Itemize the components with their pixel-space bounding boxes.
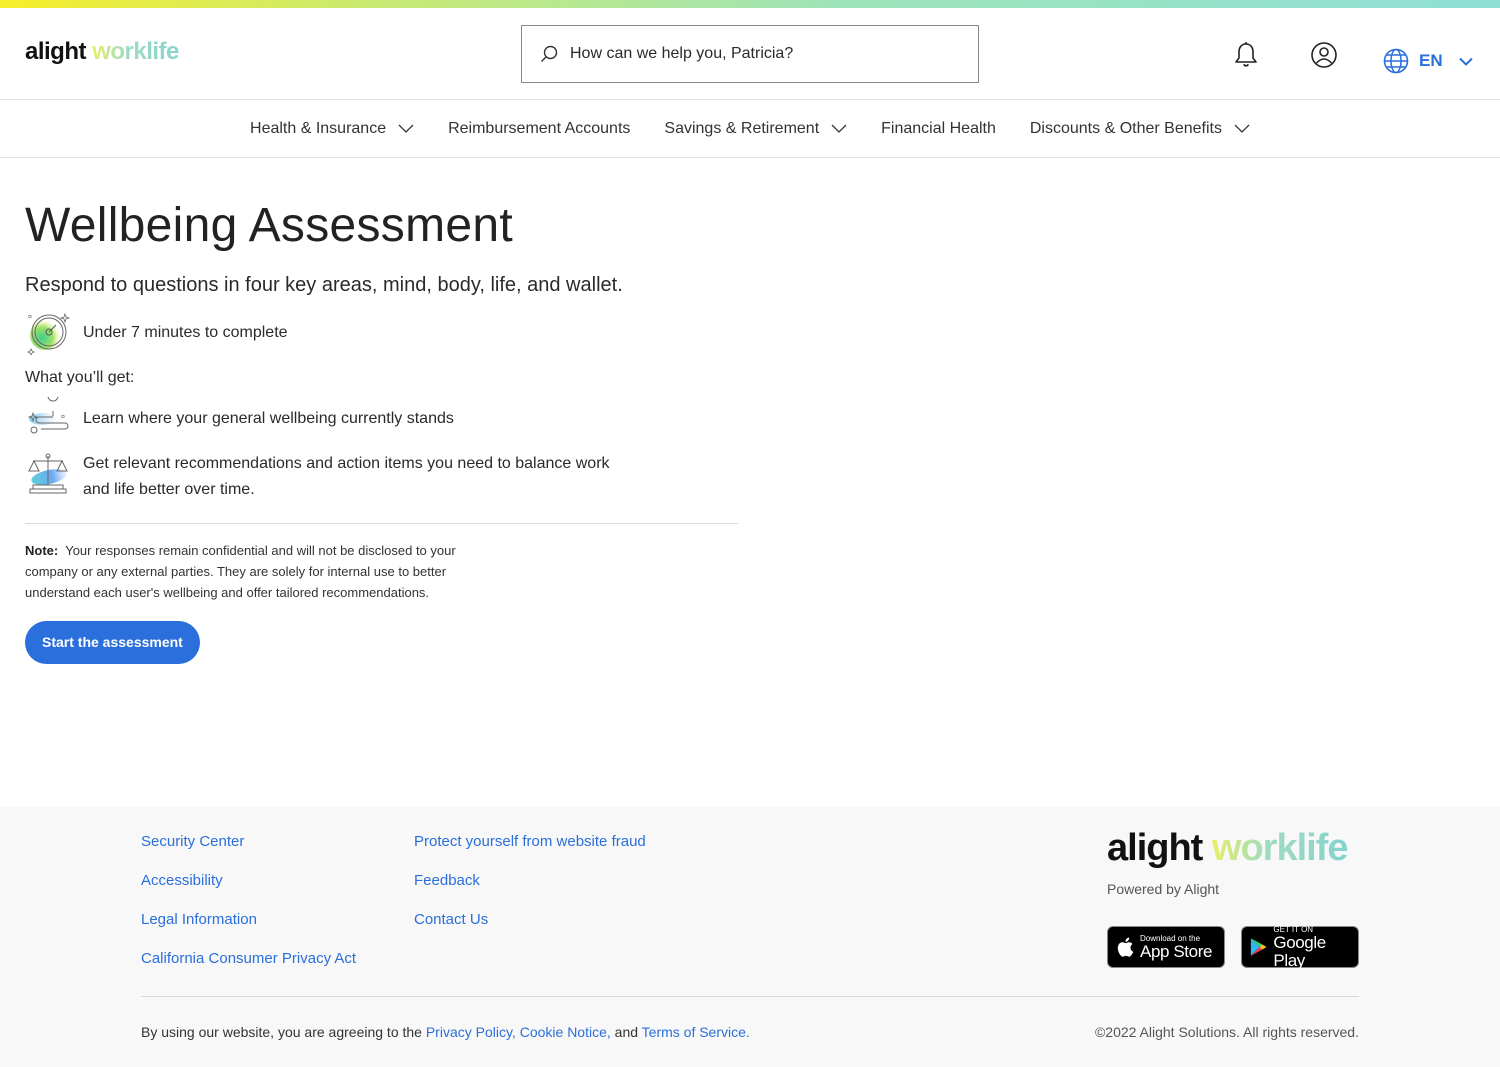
privacy-policy-link[interactable]: Privacy Policy, — [426, 1024, 516, 1040]
legal-notice: By using our website, you are agreeing t… — [141, 1024, 750, 1040]
duration-row: ¤ Under 7 minutes to complete — [25, 311, 1475, 356]
nav-financial-health[interactable]: Financial Health — [881, 120, 996, 138]
app-store-badge[interactable]: Download on the App Store — [1107, 926, 1225, 968]
search-box[interactable] — [521, 25, 979, 83]
footer-link-accessibility[interactable]: Accessibility — [141, 872, 356, 891]
search-input[interactable] — [570, 45, 950, 63]
chevron-down-icon — [1458, 57, 1473, 66]
benefit-item: ¤ Learn where your general wellbeing cur… — [25, 390, 1475, 441]
app-store-big-text: App Store — [1140, 941, 1213, 961]
page-title: Wellbeing Assessment — [25, 199, 514, 252]
logo-alight-text: alight — [1107, 827, 1203, 869]
stopwatch-icon: ¤ — [25, 311, 71, 356]
app-store-text: Download on the App Store — [1140, 934, 1212, 961]
nav-label: Financial Health — [881, 119, 996, 137]
language-selector[interactable]: EN — [1383, 48, 1473, 74]
logo-worklife-text: worklife — [92, 38, 179, 65]
journey-map-icon: ¤ — [25, 390, 71, 441]
nav-label: Reimbursement Accounts — [448, 119, 631, 137]
nav-label: Health & Insurance — [250, 119, 387, 137]
nav-health-insurance[interactable]: Health & Insurance — [250, 120, 414, 138]
footer-logo: alight worklife — [1107, 827, 1348, 870]
footer-link-legal-information[interactable]: Legal Information — [141, 911, 356, 930]
footer-link-feedback[interactable]: Feedback — [414, 872, 646, 891]
footer-links-column-2: Protect yourself from website fraud Feed… — [414, 833, 646, 950]
footer-link-fraud-protection[interactable]: Protect yourself from website fraud — [414, 833, 646, 852]
site-footer: Security Center Accessibility Legal Info… — [0, 807, 1500, 1067]
benefit-text: Get relevant recommendations and action … — [83, 455, 610, 498]
terms-of-service-link[interactable]: Terms of Service. — [642, 1024, 750, 1040]
search-icon — [541, 45, 558, 62]
cookie-notice-link[interactable]: Cookie Notice, — [520, 1024, 611, 1040]
svg-text:¤: ¤ — [61, 414, 65, 421]
main-navigation: Health & Insurance Reimbursement Account… — [0, 100, 1500, 158]
brand-gradient-bar — [0, 0, 1500, 8]
legal-and-text: and — [614, 1024, 639, 1040]
footer-link-contact-us[interactable]: Contact Us — [414, 911, 646, 930]
footer-divider — [141, 996, 1359, 997]
nav-label: Savings & Retirement — [664, 119, 820, 137]
page-subtitle: Respond to questions in four key areas, … — [25, 274, 623, 296]
alight-worklife-logo[interactable]: alight worklife — [25, 38, 179, 66]
chevron-down-icon — [831, 124, 847, 133]
user-account-icon[interactable] — [1310, 41, 1338, 74]
chevron-down-icon — [398, 124, 414, 133]
google-play-text: GET IT ON Google Play — [1273, 925, 1350, 970]
powered-by-text: Powered by Alight — [1107, 881, 1220, 897]
nav-label: Discounts & Other Benefits — [1029, 119, 1222, 137]
bell-icon[interactable] — [1233, 41, 1259, 74]
nav-discounts-other-benefits[interactable]: Discounts & Other Benefits — [1030, 120, 1250, 138]
note-label: Note: — [25, 543, 59, 558]
note-text: Your responses remain confidential and w… — [25, 543, 456, 600]
confidentiality-note: Note: Your responses remain confidential… — [25, 540, 495, 603]
benefit-text: Learn where your general wellbeing curre… — [83, 410, 454, 427]
footer-link-security-center[interactable]: Security Center — [141, 833, 356, 852]
chevron-down-icon — [1234, 124, 1250, 133]
site-header: alight worklife EN — [0, 8, 1500, 100]
benefit-item: Get relevant recommendations and action … — [25, 451, 1475, 503]
start-assessment-button[interactable]: Start the assessment — [25, 621, 200, 664]
nav-reimbursement-accounts[interactable]: Reimbursement Accounts — [448, 120, 630, 138]
logo-alight-text: alight — [25, 38, 87, 65]
language-code: EN — [1419, 51, 1443, 70]
legal-prefix-text: By using our website, you are agreeing t… — [141, 1024, 422, 1040]
google-play-big-text: Google Play — [1273, 932, 1326, 970]
logo-worklife-text: worklife — [1211, 827, 1349, 869]
section-divider — [25, 523, 738, 524]
globe-icon — [1383, 48, 1409, 74]
duration-text: Under 7 minutes to complete — [83, 324, 288, 341]
copyright-text: ©2022 Alight Solutions. All rights reser… — [1094, 1024, 1359, 1040]
balance-scale-icon — [25, 451, 71, 495]
svg-text:¤: ¤ — [28, 314, 32, 321]
google-play-icon — [1250, 938, 1267, 956]
apple-icon — [1117, 937, 1134, 957]
google-play-badge[interactable]: GET IT ON Google Play — [1241, 925, 1359, 970]
main-content: Wellbeing Assessment Respond to question… — [0, 158, 1500, 807]
nav-savings-retirement[interactable]: Savings & Retirement — [664, 120, 847, 138]
what-you-get-heading: What you’ll get: — [25, 369, 135, 386]
footer-links-column-1: Security Center Accessibility Legal Info… — [141, 833, 356, 989]
footer-link-ccpa[interactable]: California Consumer Privacy Act — [141, 950, 356, 969]
